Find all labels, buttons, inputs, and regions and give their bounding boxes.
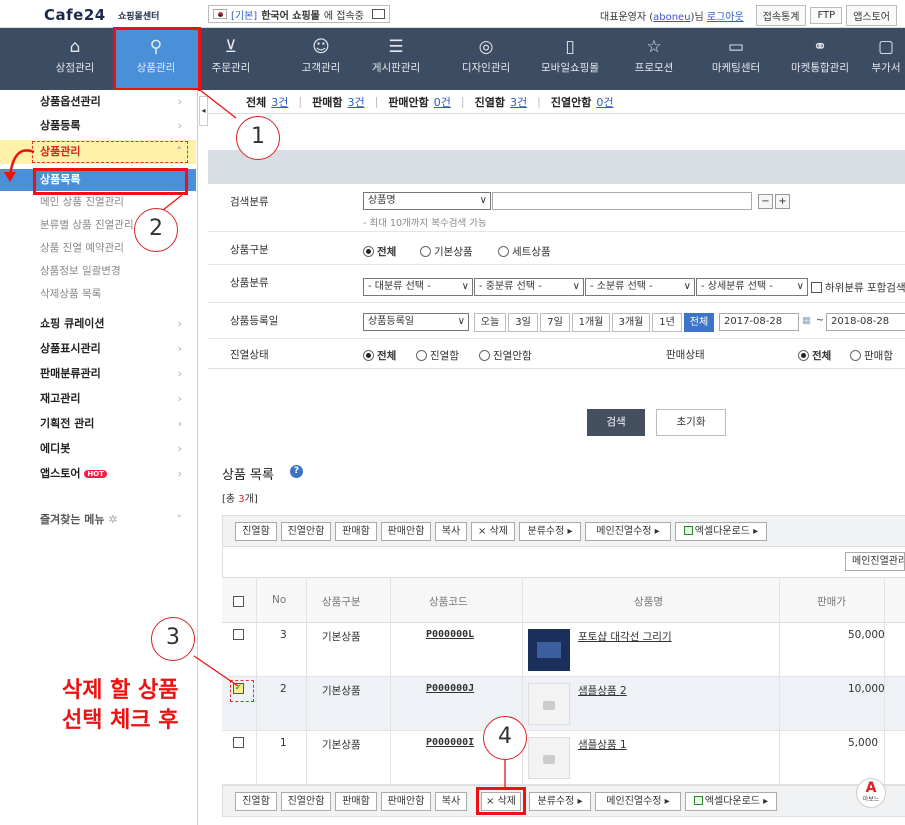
annotation-note: 삭제 할 상품 선택 체크 후: [62, 676, 179, 736]
step-4-marker: 4: [483, 716, 527, 760]
step-2-marker: 2: [134, 208, 178, 252]
badge-letter: A: [865, 780, 877, 796]
aboneu-badge-icon: A 아보느: [856, 778, 886, 808]
step-1-marker: 1: [236, 116, 280, 160]
step-3-marker: 3: [151, 617, 195, 661]
note-line-2: 선택 체크 후: [62, 708, 179, 733]
badge-text: 아보느: [862, 796, 880, 803]
note-line-1: 삭제 할 상품: [62, 678, 179, 703]
